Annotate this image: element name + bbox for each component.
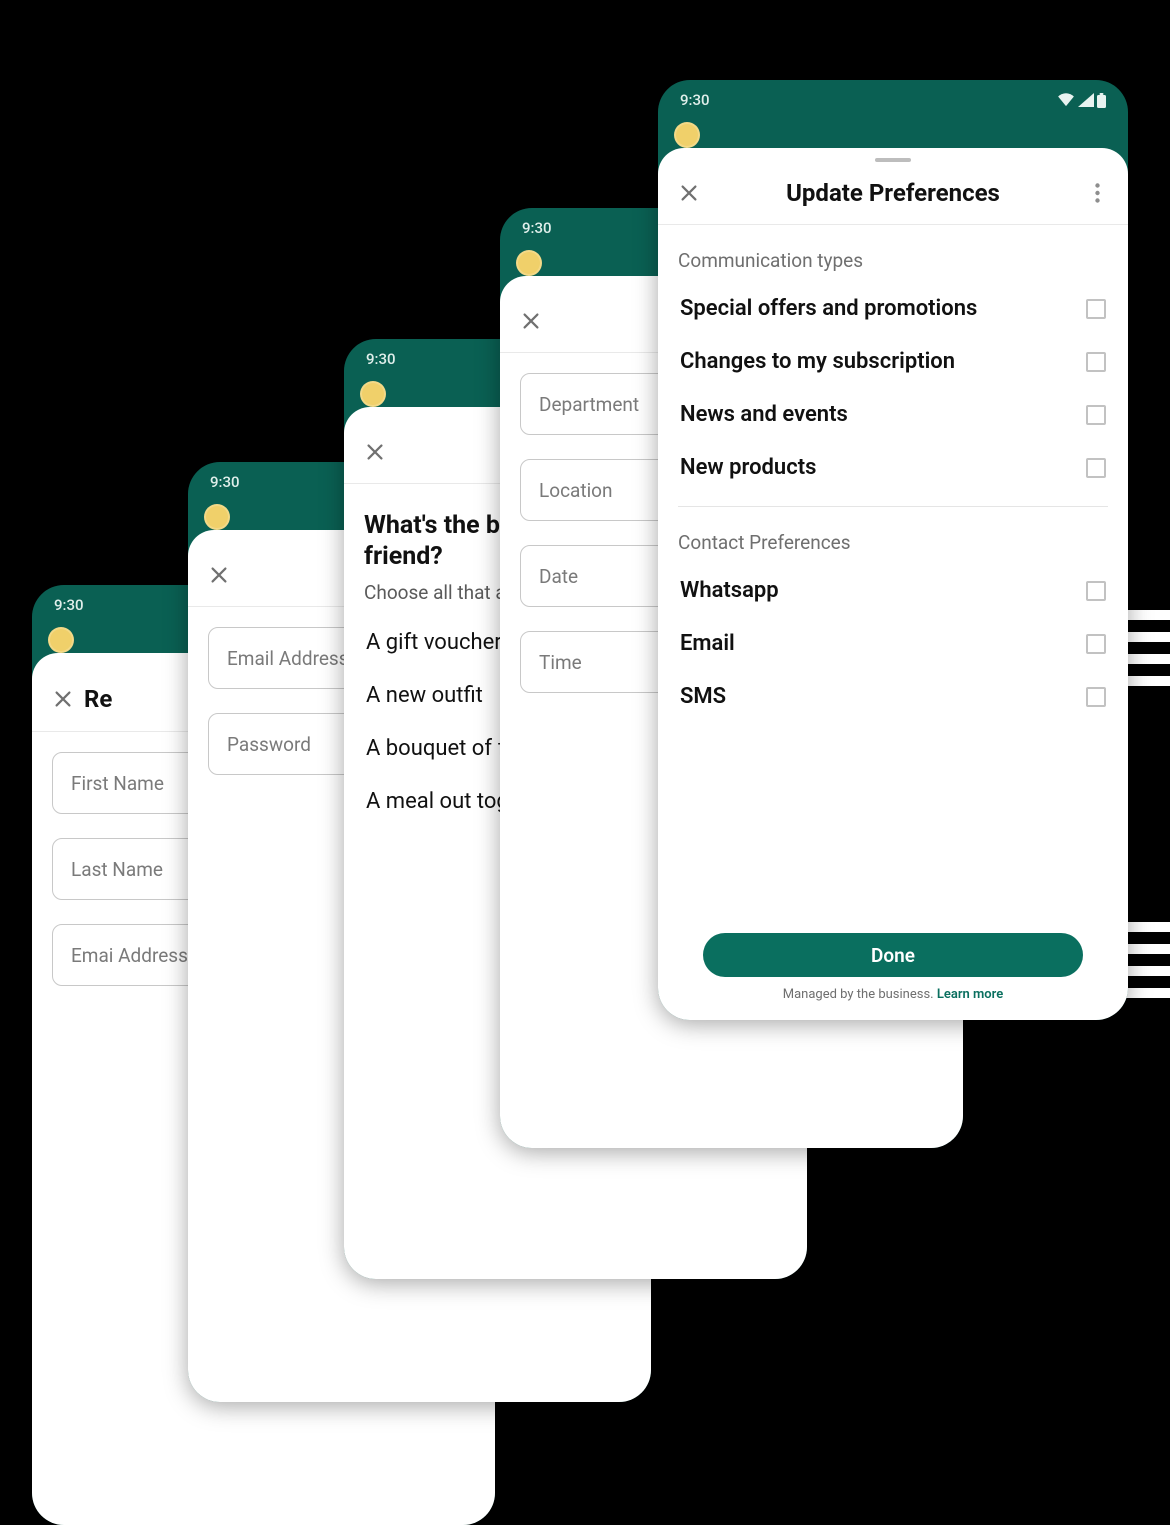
- deco-stripe: [1126, 988, 1170, 998]
- managed-footer: Managed by the business. Learn more: [783, 987, 1003, 1002]
- deco-stripe: [1126, 610, 1170, 620]
- checkbox-icon[interactable]: [1086, 299, 1106, 319]
- learn-more-link[interactable]: Learn more: [937, 987, 1003, 1002]
- avatar: [204, 504, 230, 530]
- check-row-label: New products: [680, 455, 816, 480]
- deco-stripe: [1126, 654, 1170, 664]
- deco-stripe: [1126, 922, 1170, 932]
- pref-sms[interactable]: SMS: [658, 670, 1128, 723]
- close-icon[interactable]: [676, 180, 702, 206]
- done-button[interactable]: Done: [703, 933, 1083, 977]
- check-row-label: Whatsapp: [680, 578, 779, 603]
- pref-email[interactable]: Email: [658, 617, 1128, 670]
- avatar: [516, 250, 542, 276]
- status-time: 9:30: [366, 350, 396, 368]
- status-time: 9:30: [522, 219, 552, 237]
- close-icon[interactable]: [518, 308, 544, 334]
- check-row-label: Email: [680, 631, 735, 656]
- wifi-icon: [1057, 93, 1075, 107]
- check-row-label: Special offers and promotions: [680, 296, 977, 321]
- battery-icon: [1097, 93, 1106, 108]
- checkbox-icon[interactable]: [1086, 405, 1106, 425]
- checkbox-icon[interactable]: [1086, 352, 1106, 372]
- pref-whatsapp[interactable]: Whatsapp: [658, 564, 1128, 617]
- checkbox-icon[interactable]: [1086, 687, 1106, 707]
- deco-stripe: [1126, 676, 1170, 686]
- deco-stripe: [1126, 632, 1170, 642]
- checkbox-icon[interactable]: [1086, 634, 1106, 654]
- pref-news-events[interactable]: News and events: [658, 388, 1128, 441]
- sheet-handle[interactable]: [875, 158, 911, 162]
- check-row-label: News and events: [680, 402, 848, 427]
- status-time: 9:30: [210, 473, 240, 491]
- check-row-label: SMS: [680, 684, 726, 709]
- status-icons: [1057, 93, 1106, 108]
- deco-stripe: [1126, 966, 1170, 976]
- signal-icon: [1078, 93, 1094, 107]
- section-label-communication: Communication types: [658, 225, 1128, 282]
- kebab-menu-icon[interactable]: [1084, 180, 1110, 206]
- pref-special-offers[interactable]: Special offers and promotions: [658, 282, 1128, 335]
- check-row-label: Changes to my subscription: [680, 349, 955, 374]
- checkbox-icon[interactable]: [1086, 581, 1106, 601]
- close-icon[interactable]: [50, 686, 76, 712]
- close-icon[interactable]: [362, 439, 388, 465]
- section-label-contact: Contact Preferences: [658, 507, 1128, 564]
- status-time: 9:30: [54, 596, 84, 614]
- pref-subscription-changes[interactable]: Changes to my subscription: [658, 335, 1128, 388]
- checkbox-icon[interactable]: [1086, 458, 1106, 478]
- avatar: [674, 122, 700, 148]
- status-bar: 9:30: [658, 80, 1128, 120]
- avatar: [360, 381, 386, 407]
- sheet-title: Update Preferences: [658, 179, 1128, 207]
- close-icon[interactable]: [206, 562, 232, 588]
- deco-stripe: [1126, 944, 1170, 954]
- phone-preferences: 9:30 Update Preferences Communication ty…: [658, 80, 1128, 1020]
- status-time: 9:30: [680, 91, 710, 109]
- pref-new-products[interactable]: New products: [658, 441, 1128, 494]
- avatar: [48, 627, 74, 653]
- sheet-title: Re: [76, 685, 112, 713]
